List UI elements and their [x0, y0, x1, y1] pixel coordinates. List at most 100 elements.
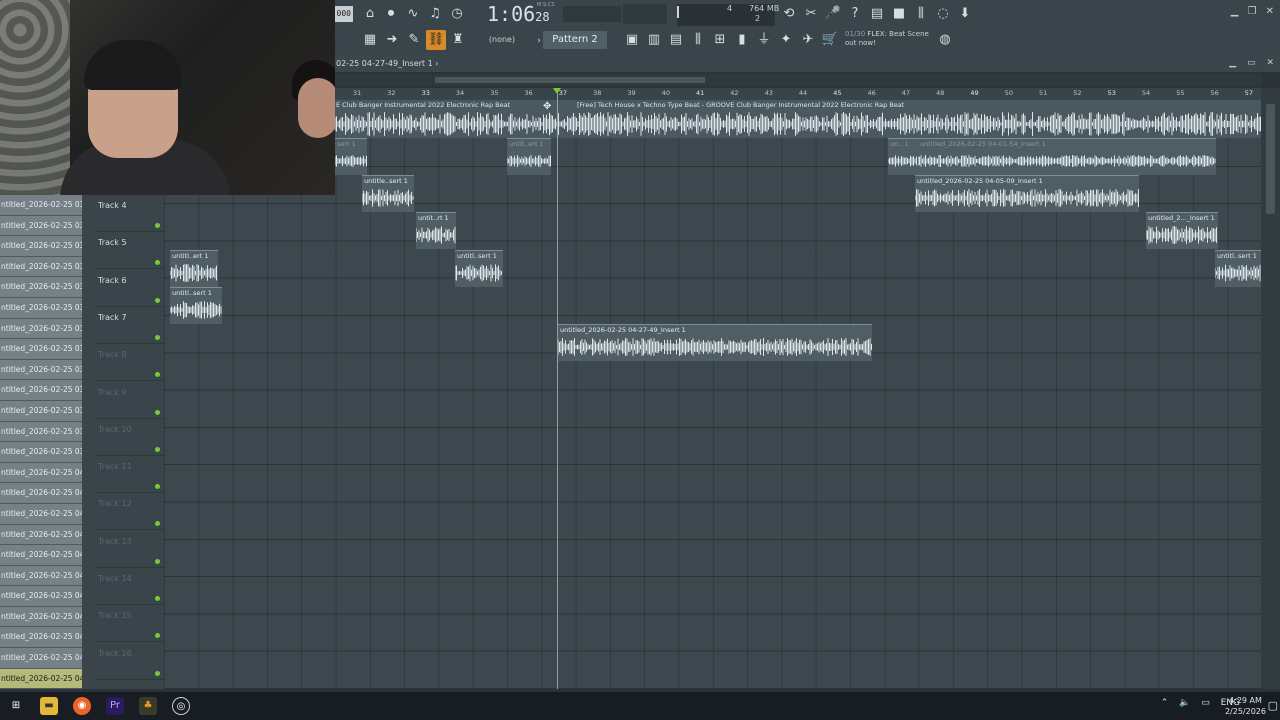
undo-history-icon[interactable]: ⟲ — [779, 4, 799, 24]
horizontal-scrollbar[interactable] — [335, 74, 1261, 86]
file-explorer-icon[interactable]: ▬ — [40, 697, 58, 715]
track-enable-led[interactable] — [155, 372, 160, 378]
track-enable-led[interactable] — [155, 297, 160, 303]
browser-item[interactable]: ntitled_2026-02-25 03-... — [0, 195, 82, 216]
browser-item[interactable]: ntitled_2026-02-25 03-... — [0, 400, 82, 422]
browser-item[interactable]: ntitled_2026-02-25 04-... — [0, 503, 82, 525]
audio-clip[interactable]: untitl..sert 1 — [1215, 250, 1261, 287]
timeline-ruler[interactable]: 31 32 33 34 35 36 37 38 39 40 41 42 43 44 45 46 47 48 49 50… — [335, 88, 1261, 100]
chat-icon[interactable]: ◌ — [933, 4, 953, 24]
audio-clip[interactable]: untitl..sert 1 — [455, 250, 503, 287]
browser-item[interactable]: ntitled_2026-02-25 04-... — [0, 565, 82, 587]
clock[interactable]: 4:29 AM 2/25/2026 — [1225, 695, 1266, 717]
browser-item[interactable]: ntitled_2026-02-25 04-... — [0, 545, 82, 566]
close-icon[interactable]: ✕ — [1266, 6, 1274, 17]
plugin-icon[interactable]: ⏚ — [754, 30, 774, 50]
browser-item[interactable]: ntitled_2026-02-25 03-... — [0, 297, 82, 319]
track-header[interactable]: Track 9 — [96, 382, 164, 419]
browser-scrollbar[interactable] — [82, 195, 96, 689]
help-icon[interactable]: ? — [845, 4, 865, 24]
record-mode-icon[interactable]: ⏺ — [381, 4, 401, 24]
audio-clip[interactable]: untitled_2026-02-25 04-27-49_Insert 1 — [558, 324, 872, 361]
playlist-grid[interactable] — [164, 138, 1261, 689]
audio-clip[interactable]: untitl..ert 1 — [170, 250, 218, 287]
master-audio-clip[interactable]: E Club Banger Instrumental 2022 Electron… — [335, 100, 1261, 138]
link-icon[interactable]: ⛓ — [426, 30, 446, 50]
browser-item[interactable]: ntitled_2026-02-25 03-... — [0, 277, 82, 298]
track-header[interactable]: Track 15 — [96, 605, 164, 643]
cut-tools-icon[interactable]: ✂ — [801, 4, 821, 24]
playlist-close-icon[interactable]: ✕ — [1266, 58, 1274, 68]
news-hint[interactable]: 01/30 FLEX: Beat Scene out now! — [845, 30, 940, 48]
restore-icon[interactable]: ❐ — [1247, 6, 1256, 17]
track-enable-led[interactable] — [155, 223, 160, 228]
playlist-minimize-icon[interactable]: ▁ — [1229, 58, 1236, 68]
track-enable-led[interactable] — [155, 521, 160, 527]
audio-clip[interactable]: untitled_2..._Insert 1 — [1146, 212, 1218, 249]
track-name[interactable]: Track 6 — [98, 276, 127, 285]
track-enable-led[interactable] — [155, 446, 160, 452]
browser-item[interactable]: ntitled_2026-02-25 03-... — [0, 339, 82, 360]
premiere-pro-icon[interactable]: Pr — [106, 697, 124, 715]
track-name[interactable]: Track 11 — [98, 462, 132, 471]
track-enable-led[interactable] — [155, 558, 160, 564]
record-icon[interactable]: ✈ — [798, 30, 818, 50]
track-name[interactable]: Track 9 — [98, 388, 127, 397]
track-header[interactable]: Track 8 — [96, 344, 164, 382]
windows-start-icon[interactable]: ⊞ — [7, 697, 25, 715]
metronome-icon[interactable]: ⌂ — [360, 4, 380, 24]
track-name[interactable]: Track 15 — [98, 611, 132, 620]
browser-item[interactable]: ntitled_2026-02-25 04-... — [0, 606, 82, 628]
firefox-icon[interactable]: ◉ — [73, 697, 91, 715]
browser-item[interactable]: ntitled_2026-02-25 04-... — [0, 524, 82, 546]
track-enable-led[interactable] — [155, 633, 160, 639]
stamp-icon[interactable]: ♜ — [448, 30, 468, 50]
browser-item[interactable]: ntitled_2026-02-25 04-... — [0, 462, 82, 484]
track-header[interactable]: Track 13 — [96, 531, 164, 568]
fl-studio-icon[interactable]: ♣ — [139, 697, 157, 715]
playlist-icon[interactable]: ▣ — [622, 30, 642, 50]
track-name[interactable]: Track 14 — [98, 574, 132, 583]
track-header[interactable]: Track 12 — [96, 493, 164, 531]
browser-item[interactable]: ntitled_2026-02-25 03-... — [0, 359, 82, 381]
track-enable-led[interactable] — [155, 334, 160, 340]
browser-item[interactable]: ntitled_2026-02-25 03-... — [0, 442, 82, 463]
tempo-display[interactable]: 000 — [335, 6, 353, 22]
master-volume-slider[interactable] — [563, 6, 621, 22]
browser-item[interactable]: ntitled_2026-02-25 04-... — [0, 668, 82, 690]
browser-item[interactable]: ntitled_2026-02-25 04-... — [0, 586, 82, 607]
audio-clip[interactable]: untitle..sert 1 — [362, 175, 414, 212]
volume-icon[interactable]: 🔈 — [1179, 698, 1190, 708]
browser-item[interactable]: ntitled_2026-02-25 03-... — [0, 421, 82, 443]
channel-rack-icon[interactable]: ▤ — [666, 30, 686, 50]
track-header[interactable]: Track 5 — [96, 232, 164, 270]
minimize-icon[interactable]: ▁ — [1231, 6, 1239, 17]
playhead-marker[interactable] — [553, 88, 561, 94]
piano-roll-icon[interactable]: ▥ — [644, 30, 664, 50]
vertical-scrollbar[interactable] — [1261, 88, 1280, 689]
paint-icon[interactable]: ✎ — [404, 30, 424, 50]
audio-clip[interactable]: sert 1 — [335, 138, 367, 175]
arrow-icon[interactable]: ➜ — [382, 30, 402, 50]
track-name[interactable]: Track 13 — [98, 537, 132, 546]
browser-item[interactable]: ntitled_2026-02-25 04-... — [0, 627, 82, 649]
track-name[interactable]: Track 8 — [98, 350, 127, 359]
browser-item[interactable]: ntitled_2026-02-25 03-... — [0, 215, 82, 237]
browser-item[interactable]: ntitled_2026-02-25 03-... — [0, 380, 82, 401]
browser-item[interactable]: ntitled_2026-02-25 03-... — [0, 236, 82, 257]
track-header[interactable]: Track 7 — [96, 307, 164, 344]
playhead[interactable] — [557, 88, 558, 689]
track-name[interactable]: Track 10 — [98, 425, 132, 434]
track-enable-led[interactable] — [155, 484, 160, 490]
track-enable-led[interactable] — [155, 596, 160, 601]
track-header[interactable]: Track 11 — [96, 456, 164, 494]
browser-item[interactable]: ntitled_2026-02-25 03-... — [0, 318, 82, 340]
track-name[interactable]: Track 5 — [98, 238, 127, 247]
snap-selector[interactable]: (none) — [480, 33, 524, 47]
obs-icon[interactable]: ◎ — [172, 697, 190, 715]
track-header[interactable]: Track 4 — [96, 195, 164, 232]
track-enable-led[interactable] — [155, 260, 160, 266]
track-name[interactable]: Track 16 — [98, 649, 132, 658]
track-name[interactable]: Track 4 — [98, 201, 127, 210]
track-header[interactable]: Track 14 — [96, 568, 164, 605]
